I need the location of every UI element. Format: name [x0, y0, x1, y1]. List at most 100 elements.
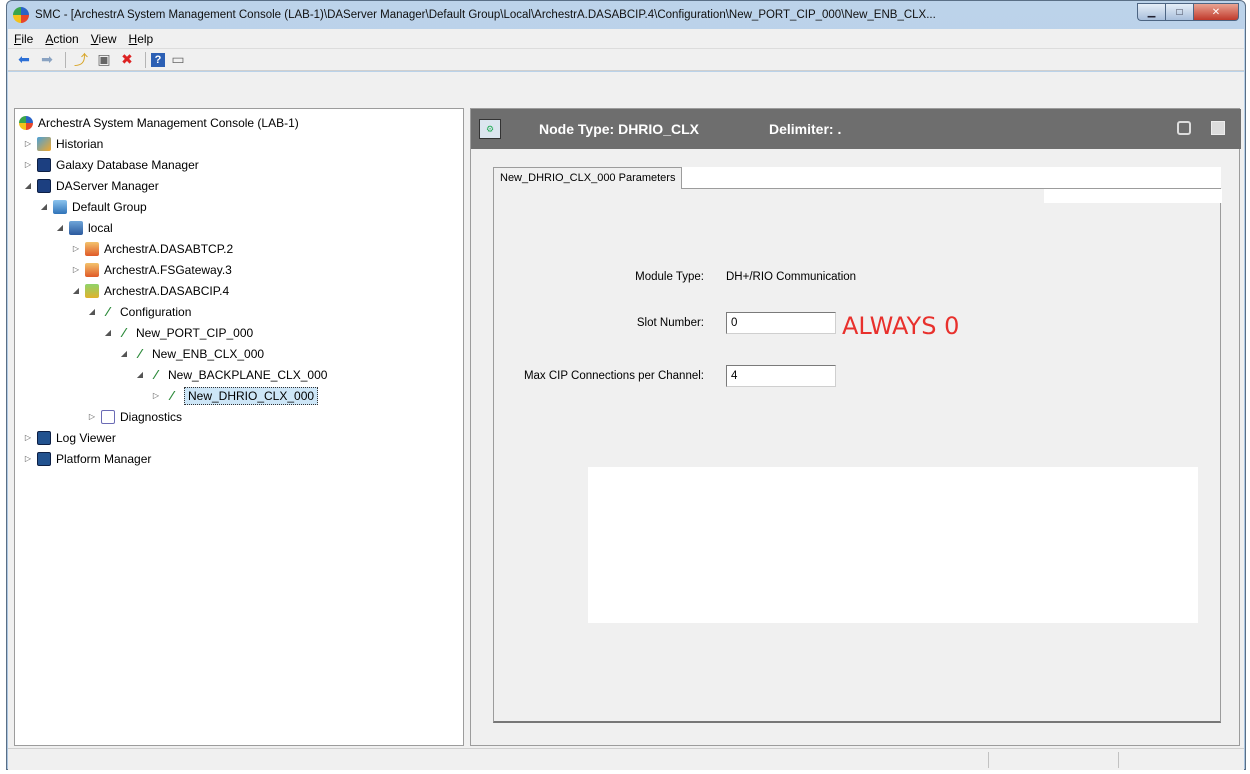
tree-item[interactable]: ◢ ⁄ New_ENB_CLX_000 [119, 343, 264, 364]
daserver-manager-icon [37, 178, 51, 193]
expand-toggle-icon[interactable]: ◢ [87, 307, 97, 316]
expand-toggle-icon[interactable]: ◢ [55, 223, 65, 232]
tree-item[interactable]: ▷ Platform Manager [23, 448, 151, 469]
view-icon[interactable]: ▭ [168, 51, 188, 69]
historian-icon [37, 136, 51, 151]
tree-item[interactable]: ◢ DAServer Manager [23, 175, 159, 196]
node-header-bar: ⚙ Node Type: DHRIO_CLX Delimiter: . [471, 109, 1241, 149]
parameters-panel: Module Type: DH+/RIO Communication Slot … [493, 189, 1222, 723]
daserver-running-icon [85, 283, 99, 298]
expand-toggle-icon[interactable]: ◢ [103, 328, 113, 337]
menu-bar: File Action View Help [8, 29, 1244, 49]
database-manager-icon [37, 157, 51, 172]
title-bar[interactable]: SMC - [ArchestrA System Management Conso… [7, 1, 1245, 29]
tree-item-label: ArchestrA.DASABCIP.4 [104, 283, 230, 298]
window-controls: ▁ □ ✕ [1137, 3, 1239, 21]
menu-action[interactable]: Action [45, 32, 78, 46]
tree-item-label: Galaxy Database Manager [56, 157, 199, 172]
group-icon [53, 199, 67, 214]
show-hide-tree-icon[interactable]: ▣ [94, 51, 114, 69]
details-pane: ⚙ Node Type: DHRIO_CLX Delimiter: . New_… [470, 108, 1241, 746]
menu-help[interactable]: Help [129, 32, 154, 46]
menu-file[interactable]: File [14, 32, 33, 46]
log-viewer-icon [37, 430, 51, 445]
tree-item-label: ArchestrA.FSGateway.3 [104, 262, 232, 277]
tree-item[interactable]: ▷ Historian [23, 133, 103, 154]
tree-item[interactable]: ▷ Diagnostics [87, 406, 182, 427]
tab-parameters[interactable]: New_DHRIO_CLX_000 Parameters [493, 167, 683, 190]
tree-item-label: DAServer Manager [56, 178, 159, 193]
expand-toggle-icon[interactable]: ▷ [87, 412, 97, 421]
max-cip-connections-input[interactable] [726, 365, 836, 387]
toolbar: ⬅ ➡ ⤴ ▣ ✖ ? ▭ [8, 49, 1244, 71]
expand-toggle-icon[interactable]: ◢ [23, 181, 33, 190]
save-icon[interactable] [1211, 121, 1225, 135]
configuration-icon: ⁄ [106, 303, 110, 319]
tree-item[interactable]: ▷ ⁄ New_DHRIO_CLX_000 [151, 385, 319, 406]
daserver-stopped-icon [85, 241, 99, 256]
tree-item[interactable]: ▷ ArchestrA.DASABTCP.2 [71, 238, 233, 259]
minimize-button[interactable]: ▁ [1137, 3, 1165, 21]
tree-item-label: Log Viewer [56, 430, 116, 445]
slot-number-input[interactable] [726, 312, 836, 334]
delete-icon[interactable]: ✖ [117, 51, 137, 69]
status-segment [1118, 752, 1119, 768]
forward-arrow-icon[interactable]: ➡ [37, 51, 57, 69]
node-type-icon: ⚙ [479, 119, 501, 139]
tree-item[interactable]: ◢ ⁄ New_BACKPLANE_CLX_000 [135, 364, 328, 385]
lock-icon[interactable] [1177, 121, 1191, 135]
expand-toggle-icon[interactable]: ▷ [151, 391, 161, 400]
tree-item[interactable]: ArchestrA System Management Console (LAB… [19, 112, 299, 133]
tree-item-label: ArchestrA System Management Console (LAB… [38, 115, 299, 130]
tree-item[interactable]: ◢ ⁄ Configuration [87, 301, 191, 322]
configuration-icon: ⁄ [138, 345, 142, 361]
node-type-label: Node Type: DHRIO_CLX [539, 121, 699, 137]
expand-toggle-icon[interactable]: ▷ [23, 139, 33, 148]
blank-area [588, 467, 1198, 623]
expand-toggle-icon[interactable]: ▷ [23, 433, 33, 442]
expand-toggle-icon[interactable]: ◢ [71, 286, 81, 295]
up-folder-icon[interactable]: ⤴ [71, 51, 91, 69]
expand-toggle-icon[interactable]: ▷ [71, 244, 81, 253]
tree-item-label: ArchestrA.DASABTCP.2 [104, 241, 234, 256]
tree-item-label: New_DHRIO_CLX_000 [184, 386, 319, 405]
tree-item[interactable]: ◢ Default Group [39, 196, 147, 217]
diagnostics-icon [101, 409, 115, 424]
window-title: SMC - [ArchestrA System Management Conso… [35, 9, 936, 21]
configuration-icon: ⁄ [154, 366, 158, 382]
expand-toggle-icon[interactable]: ▷ [71, 265, 81, 274]
tree-item[interactable]: ◢ local [55, 217, 113, 238]
expand-toggle-icon[interactable]: ◢ [135, 370, 145, 379]
tree-item[interactable]: ▷ Log Viewer [23, 427, 116, 448]
slot-number-label: Slot Number: [636, 317, 704, 329]
tree-item[interactable]: ◢ ⁄ New_PORT_CIP_000 [103, 322, 253, 343]
maximize-button[interactable]: □ [1165, 3, 1193, 21]
configuration-icon: ⁄ [122, 324, 126, 340]
menu-view[interactable]: View [91, 32, 117, 46]
main-area: ArchestrA System Management Console (LAB… [8, 72, 1244, 748]
toolbar-separator [65, 51, 66, 68]
tree-item-label: Default Group [72, 199, 147, 214]
close-button[interactable]: ✕ [1193, 3, 1239, 21]
tree-item[interactable]: ◢ ArchestrA.DASABCIP.4 [71, 280, 229, 301]
tree-item-label: local [88, 220, 113, 235]
back-arrow-icon[interactable]: ⬅ [14, 51, 34, 69]
delimiter-label: Delimiter: . [769, 121, 842, 137]
tree-item[interactable]: ▷ Galaxy Database Manager [23, 154, 199, 175]
status-segment [988, 752, 989, 768]
module-type-value: DH+/RIO Communication [726, 271, 857, 283]
expand-toggle-icon[interactable]: ◢ [39, 202, 49, 211]
expand-toggle-icon[interactable]: ▷ [23, 454, 33, 463]
tree-item-label: New_ENB_CLX_000 [152, 346, 265, 361]
local-node-icon [69, 220, 83, 235]
platform-manager-icon [37, 451, 51, 466]
console-tree-pane[interactable]: ArchestrA System Management Console (LAB… [14, 108, 464, 746]
tree-item[interactable]: ▷ ArchestrA.FSGateway.3 [71, 259, 232, 280]
tree-item-label: Historian [56, 136, 104, 151]
tree-item-label: Diagnostics [120, 409, 183, 424]
tab-strip: New_DHRIO_CLX_000 Parameters [493, 167, 1221, 190]
expand-toggle-icon[interactable]: ◢ [119, 349, 129, 358]
expand-toggle-icon[interactable]: ▷ [23, 160, 33, 169]
tree-item-label: Platform Manager [56, 451, 152, 466]
help-icon[interactable]: ? [151, 52, 165, 67]
